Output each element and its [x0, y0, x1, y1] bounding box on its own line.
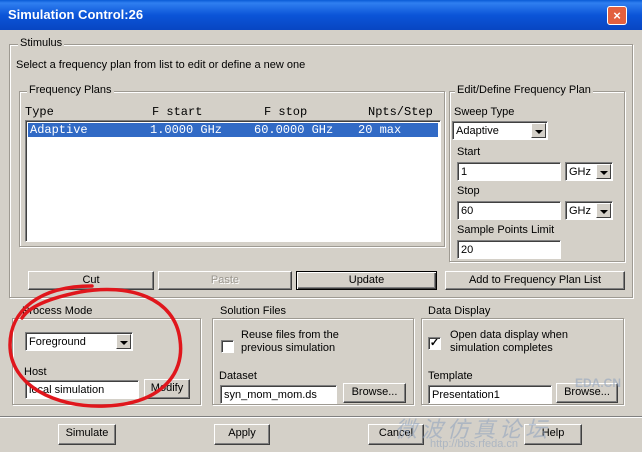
apply-button[interactable]: Apply [214, 424, 270, 445]
start-label: Start [457, 146, 481, 158]
open-display-label-2: simulation completes [450, 342, 553, 354]
chevron-down-icon[interactable] [116, 334, 131, 349]
update-button[interactable]: Update [296, 271, 437, 290]
sweep-type-select[interactable]: Adaptive [452, 121, 548, 140]
host-input[interactable]: local simulation [25, 380, 139, 399]
process-mode-select[interactable]: Foreground [25, 332, 133, 351]
row-fstop: 60.0000 GHz [254, 123, 334, 137]
watermark-site: EDA.CN [575, 376, 622, 390]
stop-unit-select[interactable]: GHz [565, 201, 613, 220]
simulate-button[interactable]: Simulate [58, 424, 116, 445]
frequency-plans-legend: Frequency Plans [27, 84, 114, 96]
frequency-plan-list[interactable]: Adaptive 1.0000 GHz 60.0000 GHz 20 max [25, 120, 441, 242]
sample-points-input[interactable]: 20 [457, 240, 561, 259]
row-fstart: 1.0000 GHz [150, 123, 223, 137]
column-header-type: Type [25, 105, 54, 119]
row-type: Adaptive [30, 123, 88, 137]
reuse-files-label-2: previous simulation [241, 342, 336, 354]
modify-button[interactable]: Modify [144, 379, 190, 399]
host-label: Host [24, 366, 47, 378]
column-header-npts: Npts/Step [368, 105, 433, 119]
chevron-down-icon[interactable] [531, 123, 546, 138]
stop-label: Stop [457, 185, 480, 197]
reuse-files-label-1: Reuse files from the [241, 329, 339, 341]
start-input[interactable]: 1 [457, 162, 561, 181]
solution-files-legend: Solution Files [218, 305, 289, 317]
process-mode-legend: Process Mode [20, 305, 95, 317]
start-unit-select[interactable]: GHz [565, 162, 613, 181]
row-npts: 20 max [358, 123, 402, 137]
stop-input[interactable]: 60 [457, 201, 561, 220]
open-display-label-1: Open data display when [450, 329, 569, 341]
add-to-plan-list-button[interactable]: Add to Frequency Plan List [445, 271, 625, 290]
watermark-url: http://bbs.rfeda.cn [430, 438, 519, 450]
column-header-fstop: F stop [264, 105, 308, 119]
window-title: Simulation Control:26 [8, 7, 144, 22]
stimulus-legend: Stimulus [18, 37, 65, 49]
sweep-type-value: Adaptive [456, 125, 499, 137]
template-input[interactable]: Presentation1 [428, 385, 552, 404]
start-unit-value: GHz [569, 166, 591, 178]
stop-unit-value: GHz [569, 205, 591, 217]
paste-button[interactable]: Paste [158, 271, 292, 290]
open-display-checkbox[interactable]: ✓ [428, 337, 441, 350]
chevron-down-icon[interactable] [596, 164, 611, 179]
checkmark-icon: ✓ [429, 337, 440, 349]
cut-button[interactable]: Cut [28, 271, 154, 290]
column-header-fstart: F start [152, 105, 203, 119]
dataset-label: Dataset [219, 370, 257, 382]
dataset-browse-button[interactable]: Browse... [343, 383, 406, 403]
data-display-legend: Data Display [426, 305, 493, 317]
template-label: Template [428, 370, 473, 382]
sample-points-label: Sample Points Limit [457, 224, 555, 236]
chevron-down-icon[interactable] [596, 203, 611, 218]
edit-define-legend: Edit/Define Frequency Plan [455, 84, 593, 96]
close-button[interactable]: × [607, 6, 627, 25]
dataset-input[interactable]: syn_mom_mom.ds [220, 385, 337, 404]
table-row[interactable]: Adaptive 1.0000 GHz 60.0000 GHz 20 max [28, 123, 438, 137]
stimulus-instruction: Select a frequency plan from list to edi… [16, 59, 306, 71]
sweep-type-label: Sweep Type [454, 106, 515, 118]
reuse-files-checkbox[interactable] [221, 340, 234, 353]
process-mode-value: Foreground [29, 336, 86, 348]
